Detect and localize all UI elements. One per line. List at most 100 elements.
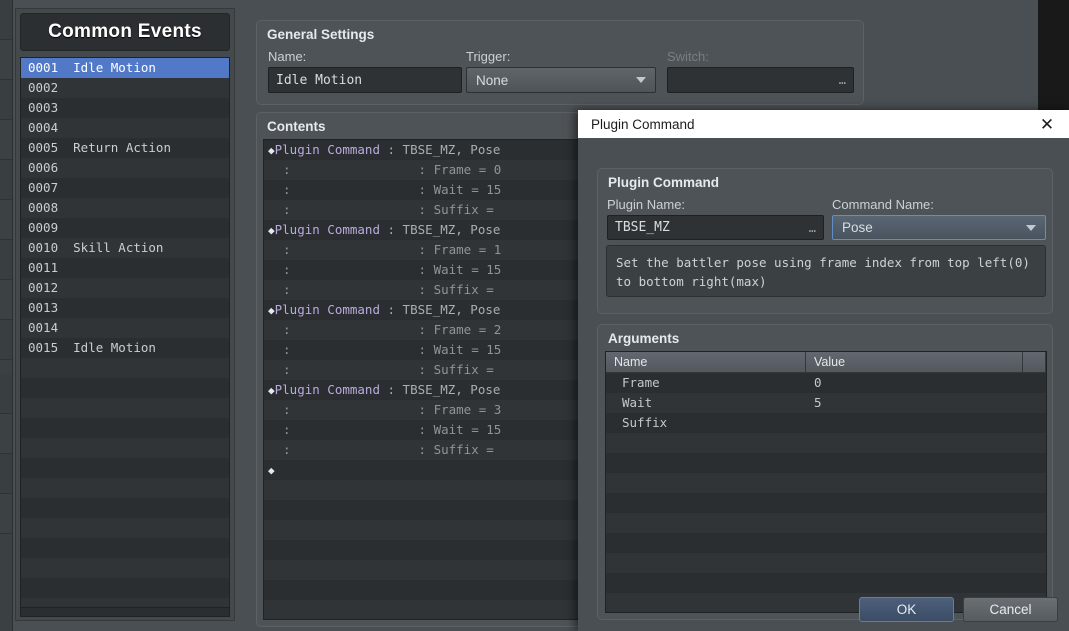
toolbar-segment[interactable] [0, 120, 12, 160]
argument-row-empty[interactable] [606, 553, 1046, 573]
argument-row-empty[interactable] [606, 473, 1046, 493]
event-command-row[interactable]: ◆Plugin Command : TBSE_MZ, Pose [264, 140, 578, 160]
event-command-row[interactable]: : : Wait = 15 [264, 420, 578, 440]
argument-row-empty[interactable] [606, 493, 1046, 513]
toolbar-segment[interactable] [0, 0, 12, 40]
event-command-row[interactable]: ◆ [264, 460, 578, 480]
common-events-list[interactable]: 0001 Idle Motion 0002 0003 0004 0005 Return … [20, 57, 230, 610]
dialog-body: Plugin Command Plugin Name: TBSE_MZ … Co… [578, 138, 1069, 631]
toolbar-segment[interactable] [0, 160, 12, 200]
toolbar-segment[interactable] [0, 80, 12, 120]
trigger-select[interactable]: None [466, 67, 656, 93]
event-command-row[interactable]: : : Frame = 2 [264, 320, 578, 340]
ok-button[interactable]: OK [859, 597, 954, 622]
command-arguments-text: : TBSE_MZ, Pose [379, 382, 501, 397]
plugin-name-input[interactable]: TBSE_MZ … [607, 215, 824, 240]
command-name-select[interactable]: Pose [832, 215, 1046, 240]
common-event-row-empty[interactable] [21, 498, 229, 518]
argument-row[interactable]: Frame 0 [606, 373, 1046, 393]
event-command-row[interactable]: : : Wait = 15 [264, 180, 578, 200]
close-icon[interactable]: ✕ [1025, 110, 1069, 138]
column-header-value[interactable]: Value [806, 352, 1023, 373]
toolbar-segment[interactable] [0, 200, 12, 240]
switch-label: Switch: [667, 49, 709, 64]
argument-row-empty[interactable] [606, 453, 1046, 473]
toolbar-segment[interactable] [0, 240, 12, 280]
event-command-row[interactable]: ◆Plugin Command : TBSE_MZ, Pose [264, 220, 578, 240]
event-command-row[interactable]: : : Suffix = [264, 280, 578, 300]
event-command-row[interactable]: : : Frame = 1 [264, 240, 578, 260]
toolbar-segment[interactable] [0, 374, 12, 414]
argument-value[interactable]: 5 [806, 393, 1023, 413]
switch-browse-button[interactable]: … [839, 73, 847, 87]
event-command-row-empty[interactable] [264, 520, 578, 540]
common-event-row-empty[interactable] [21, 458, 229, 478]
chevron-down-icon [1026, 224, 1036, 231]
event-command-row-empty[interactable] [264, 480, 578, 500]
common-event-row-empty[interactable] [21, 578, 229, 598]
common-event-row[interactable]: 0009 [21, 218, 229, 238]
toolbar-segment[interactable] [0, 40, 12, 80]
common-event-row[interactable]: 0013 [21, 298, 229, 318]
event-command-row[interactable]: : : Suffix = [264, 440, 578, 460]
event-command-row-empty[interactable] [264, 500, 578, 520]
common-event-row[interactable]: 0001 Idle Motion [21, 58, 229, 78]
common-event-row-empty[interactable] [21, 558, 229, 578]
event-command-row[interactable]: : : Wait = 15 [264, 340, 578, 360]
command-name-value: Pose [842, 220, 873, 235]
common-event-row[interactable]: 0002 [21, 78, 229, 98]
cancel-button[interactable]: Cancel [963, 597, 1058, 622]
arguments-table[interactable]: Name Value Frame 0 Wait 5 Suffix [605, 351, 1047, 613]
column-header-name[interactable]: Name [606, 352, 806, 373]
common-event-row-empty[interactable] [21, 438, 229, 458]
toolbar-segment[interactable] [0, 414, 12, 454]
name-input[interactable]: Idle Motion [268, 67, 462, 93]
event-command-row-empty[interactable] [264, 540, 578, 560]
event-command-row[interactable]: : : Frame = 0 [264, 160, 578, 180]
argument-row-empty[interactable] [606, 573, 1046, 593]
argument-value[interactable]: 0 [806, 373, 1023, 393]
event-command-row[interactable]: : : Frame = 3 [264, 400, 578, 420]
argument-row-empty[interactable] [606, 513, 1046, 533]
toolbar-segment[interactable] [0, 454, 12, 494]
common-event-row-empty[interactable] [21, 398, 229, 418]
common-event-row[interactable]: 0011 [21, 258, 229, 278]
toolbar-segment[interactable] [0, 494, 12, 534]
common-event-row[interactable]: 0004 [21, 118, 229, 138]
command-description: Set the battler pose using frame index f… [606, 245, 1046, 297]
common-event-row-empty[interactable] [21, 378, 229, 398]
common-event-row[interactable]: 0010 Skill Action [21, 238, 229, 258]
common-event-row-empty[interactable] [21, 358, 229, 378]
common-event-row[interactable]: 0003 [21, 98, 229, 118]
common-event-row-empty[interactable] [21, 418, 229, 438]
argument-row[interactable]: Suffix [606, 413, 1046, 433]
event-command-row[interactable]: : : Wait = 15 [264, 260, 578, 280]
argument-row[interactable]: Wait 5 [606, 393, 1046, 413]
event-command-row[interactable]: ◆Plugin Command : TBSE_MZ, Pose [264, 380, 578, 400]
name-label: Name: [268, 49, 307, 64]
common-event-row[interactable]: 0014 [21, 318, 229, 338]
common-event-row[interactable]: 0005 Return Action [21, 138, 229, 158]
switch-input[interactable]: … [667, 67, 854, 93]
common-event-row[interactable]: 0012 [21, 278, 229, 298]
toolbar-segment[interactable] [0, 280, 12, 320]
common-event-row[interactable]: 0015 Idle Motion [21, 338, 229, 358]
common-event-row-empty[interactable] [21, 538, 229, 558]
event-command-row[interactable]: : : Suffix = [264, 360, 578, 380]
common-event-row[interactable]: 0008 [21, 198, 229, 218]
plugin-name-browse-button[interactable]: … [809, 221, 817, 235]
common-event-row-empty[interactable] [21, 518, 229, 538]
toolbar-segment[interactable] [0, 320, 12, 360]
common-event-row[interactable]: 0006 [21, 158, 229, 178]
argument-value[interactable] [806, 413, 1023, 433]
common-event-row-empty[interactable] [21, 478, 229, 498]
argument-row-empty[interactable] [606, 533, 1046, 553]
argument-row-empty[interactable] [606, 433, 1046, 453]
event-command-row[interactable]: : : Suffix = [264, 200, 578, 220]
event-command-row-empty[interactable] [264, 600, 578, 619]
common-event-row[interactable]: 0007 [21, 178, 229, 198]
event-command-row-empty[interactable] [264, 580, 578, 600]
event-command-row[interactable]: ◆Plugin Command : TBSE_MZ, Pose [264, 300, 578, 320]
event-command-row-empty[interactable] [264, 560, 578, 580]
event-commands-list[interactable]: ◆Plugin Command : TBSE_MZ, Pose : : Fram… [263, 139, 579, 620]
